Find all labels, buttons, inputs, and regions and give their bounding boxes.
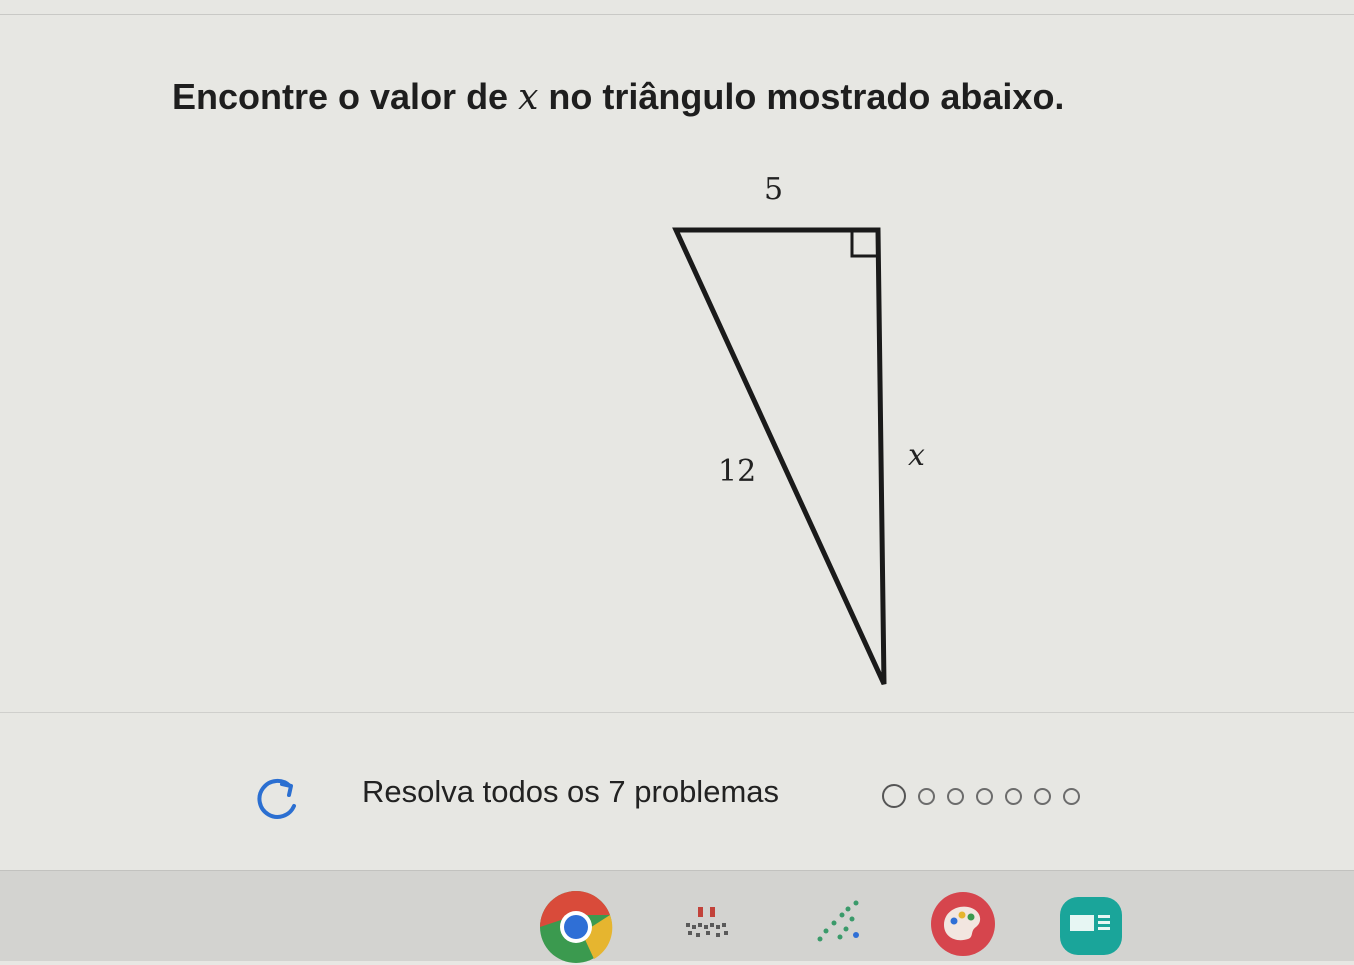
progress-dot xyxy=(1063,787,1080,805)
game-app-icon[interactable] xyxy=(682,901,738,957)
slides-app-icon[interactable] xyxy=(1058,895,1124,957)
triangle-figure: 5 12 x xyxy=(640,160,980,700)
chrome-icon[interactable] xyxy=(538,889,614,965)
triangle-shape xyxy=(672,227,887,686)
progress-dot xyxy=(882,784,906,808)
progress-footer: Resolva todos os 7 problemas xyxy=(240,762,1140,826)
side-label-right: x xyxy=(908,438,925,473)
content-divider xyxy=(0,712,1354,713)
prompt-before: Encontre o valor de xyxy=(172,76,519,117)
side-label-top: 5 xyxy=(764,172,784,207)
progress-dot xyxy=(976,787,993,805)
side-label-hypotenuse: 12 xyxy=(718,454,757,489)
progress-dot xyxy=(1034,787,1051,805)
progress-dot xyxy=(947,787,964,805)
prompt-variable: x xyxy=(518,77,539,118)
paint-app-icon[interactable] xyxy=(930,891,996,957)
problem-title: Encontre o valor de x no triângulo mostr… xyxy=(172,76,1064,118)
progress-label: Resolva todos os 7 problemas xyxy=(362,774,780,809)
right-angle-marker xyxy=(850,230,878,258)
progress-dot xyxy=(1005,787,1022,805)
retry-icon[interactable] xyxy=(250,776,302,820)
header-divider xyxy=(0,14,1354,15)
triangle-svg xyxy=(672,227,887,686)
graph-app-icon[interactable] xyxy=(812,897,868,953)
progress-dots xyxy=(882,784,1080,808)
prompt-after: no triângulo mostrado abaixo. xyxy=(538,76,1065,117)
progress-dot xyxy=(918,787,935,805)
taskbar xyxy=(0,870,1354,963)
